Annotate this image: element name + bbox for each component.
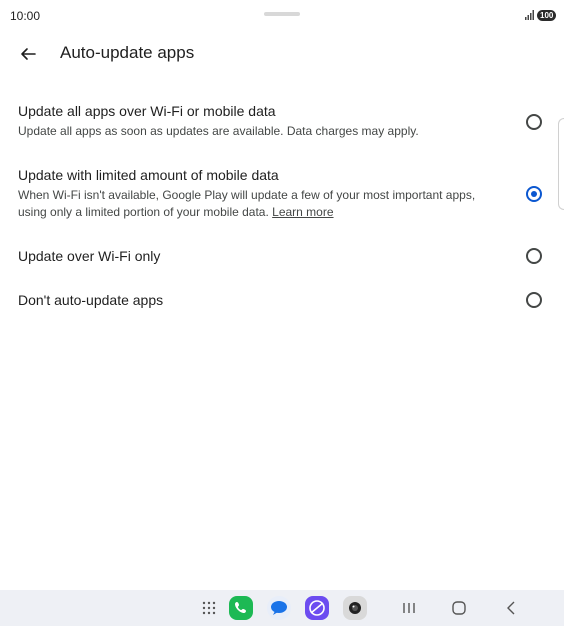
home-icon[interactable] (448, 596, 470, 620)
camera-icon[interactable] (342, 596, 368, 620)
status-bar: 10:00 100 (0, 0, 564, 30)
option-description-text: When Wi-Fi isn't available, Google Play … (18, 188, 476, 219)
learn-more-link[interactable]: Learn more (272, 205, 333, 219)
apps-grid-icon[interactable] (198, 596, 220, 620)
option-description: Update all apps as soon as updates are a… (18, 124, 419, 138)
arrow-back-icon (21, 48, 36, 60)
signal-icon (525, 10, 534, 20)
option-title: Update over Wi-Fi only (18, 248, 161, 264)
option-title: Update all apps over Wi-Fi or mobile dat… (18, 103, 276, 119)
radio-button[interactable] (526, 292, 542, 308)
browser-icon[interactable] (304, 596, 330, 620)
phone-icon[interactable] (228, 596, 254, 620)
navigation-bar (0, 590, 564, 626)
back-button[interactable] (14, 40, 42, 68)
option-wifi-only[interactable]: Update over Wi-Fi only (0, 245, 556, 267)
radio-button[interactable] (526, 114, 542, 130)
drag-handle[interactable] (264, 12, 300, 16)
page-title: Auto-update apps (60, 43, 195, 62)
recents-icon[interactable] (398, 596, 420, 620)
app-bar: Auto-update apps (0, 34, 564, 74)
back-icon[interactable] (500, 596, 522, 620)
radio-button[interactable] (526, 248, 542, 264)
edge-panel-handle[interactable] (558, 118, 564, 210)
option-limited-mobile-data[interactable]: Update with limited amount of mobile dat… (0, 164, 556, 224)
option-dont-update[interactable]: Don't auto-update apps (0, 289, 556, 311)
status-time: 10:00 (10, 9, 41, 23)
option-title: Update with limited amount of mobile dat… (18, 167, 279, 183)
messages-icon[interactable] (266, 596, 292, 620)
option-title: Don't auto-update apps (18, 292, 164, 308)
battery-indicator: 100 (537, 10, 557, 21)
option-all-networks[interactable]: Update all apps over Wi-Fi or mobile dat… (0, 100, 556, 146)
option-description: When Wi-Fi isn't available, Google Play … (18, 187, 488, 221)
radio-button-selected[interactable] (526, 186, 542, 202)
